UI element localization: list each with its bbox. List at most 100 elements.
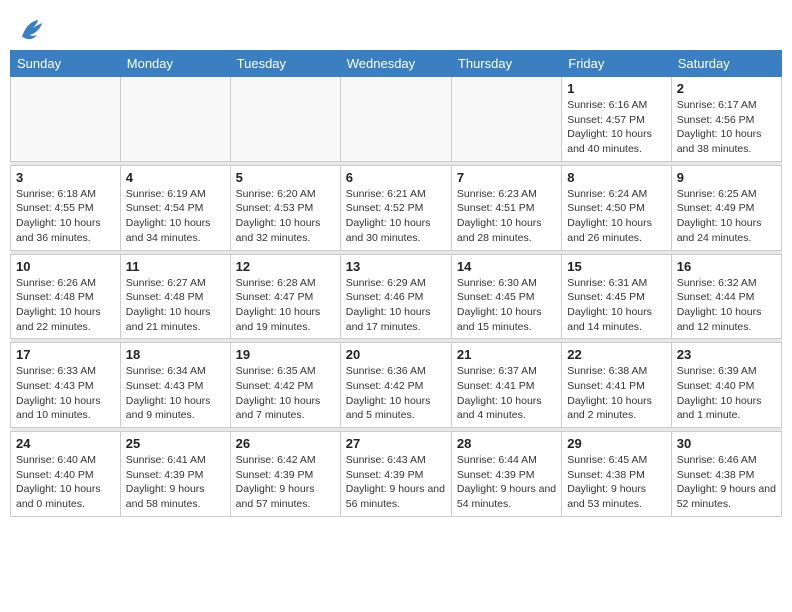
day-number: 30 bbox=[677, 436, 776, 451]
calendar-cell: 11 Sunrise: 6:27 AM Sunset: 4:48 PM Dayli… bbox=[120, 254, 230, 339]
calendar-week-row: 10 Sunrise: 6:26 AM Sunset: 4:48 PM Dayli… bbox=[11, 254, 782, 339]
day-info: Sunrise: 6:27 AM Sunset: 4:48 PM Dayligh… bbox=[126, 276, 225, 335]
logo bbox=[14, 14, 46, 44]
day-number: 23 bbox=[677, 347, 776, 362]
calendar-cell: 7 Sunrise: 6:23 AM Sunset: 4:51 PM Daylig… bbox=[451, 165, 561, 250]
calendar-cell: 27Sunrise: 6:43 AM Sunset: 4:39 PM Dayli… bbox=[340, 432, 451, 517]
calendar-cell: 20 Sunrise: 6:36 AM Sunset: 4:42 PM Dayli… bbox=[340, 343, 451, 428]
day-number: 3 bbox=[16, 170, 115, 185]
calendar-cell: 12 Sunrise: 6:28 AM Sunset: 4:47 PM Dayli… bbox=[230, 254, 340, 339]
day-info: Sunrise: 6:24 AM Sunset: 4:50 PM Dayligh… bbox=[567, 187, 665, 246]
day-info: Sunrise: 6:39 AM Sunset: 4:40 PM Dayligh… bbox=[677, 364, 776, 423]
day-number: 9 bbox=[677, 170, 776, 185]
day-number: 19 bbox=[236, 347, 335, 362]
calendar-cell: 13 Sunrise: 6:29 AM Sunset: 4:46 PM Dayli… bbox=[340, 254, 451, 339]
day-info: Sunrise: 6:20 AM Sunset: 4:53 PM Dayligh… bbox=[236, 187, 335, 246]
day-info: Sunrise: 6:32 AM Sunset: 4:44 PM Dayligh… bbox=[677, 276, 776, 335]
calendar-cell bbox=[340, 77, 451, 162]
day-info: Sunrise: 6:33 AM Sunset: 4:43 PM Dayligh… bbox=[16, 364, 115, 423]
calendar-cell: 10 Sunrise: 6:26 AM Sunset: 4:48 PM Dayli… bbox=[11, 254, 121, 339]
calendar-cell: 23 Sunrise: 6:39 AM Sunset: 4:40 PM Dayli… bbox=[671, 343, 781, 428]
calendar-cell: 17 Sunrise: 6:33 AM Sunset: 4:43 PM Dayli… bbox=[11, 343, 121, 428]
calendar-cell: 18Sunrise: 6:34 AM Sunset: 4:43 PM Dayli… bbox=[120, 343, 230, 428]
day-number: 15 bbox=[567, 259, 665, 274]
day-number: 26 bbox=[236, 436, 335, 451]
calendar-cell: 15 Sunrise: 6:31 AM Sunset: 4:45 PM Dayli… bbox=[562, 254, 671, 339]
day-info: Sunrise: 6:19 AM Sunset: 4:54 PM Dayligh… bbox=[126, 187, 225, 246]
day-info: Sunrise: 6:18 AM Sunset: 4:55 PM Dayligh… bbox=[16, 187, 115, 246]
day-number: 7 bbox=[457, 170, 556, 185]
calendar-week-row: 17 Sunrise: 6:33 AM Sunset: 4:43 PM Dayli… bbox=[11, 343, 782, 428]
calendar-cell: 26 Sunrise: 6:42 AM Sunset: 4:39 PM Dayli… bbox=[230, 432, 340, 517]
day-info: Sunrise: 6:41 AM Sunset: 4:39 PM Dayligh… bbox=[126, 453, 225, 512]
calendar-cell: 4 Sunrise: 6:19 AM Sunset: 4:54 PM Daylig… bbox=[120, 165, 230, 250]
day-info: Sunrise: 6:29 AM Sunset: 4:46 PM Dayligh… bbox=[346, 276, 446, 335]
day-info: Sunrise: 6:35 AM Sunset: 4:42 PM Dayligh… bbox=[236, 364, 335, 423]
day-number: 22 bbox=[567, 347, 665, 362]
day-number: 29 bbox=[567, 436, 665, 451]
logo-bird-icon bbox=[16, 14, 46, 44]
day-info: Sunrise: 6:40 AM Sunset: 4:40 PM Dayligh… bbox=[16, 453, 115, 512]
calendar-cell: 21 Sunrise: 6:37 AM Sunset: 4:41 PM Dayli… bbox=[451, 343, 561, 428]
day-info: Sunrise: 6:46 AM Sunset: 4:38 PM Dayligh… bbox=[677, 453, 776, 512]
day-info: Sunrise: 6:37 AM Sunset: 4:41 PM Dayligh… bbox=[457, 364, 556, 423]
day-info: Sunrise: 6:44 AM Sunset: 4:39 PM Dayligh… bbox=[457, 453, 556, 512]
calendar-header-row: SundayMondayTuesdayWednesdayThursdayFrid… bbox=[11, 51, 782, 77]
day-header-sunday: Sunday bbox=[11, 51, 121, 77]
calendar-cell: 14Sunrise: 6:30 AM Sunset: 4:45 PM Dayli… bbox=[451, 254, 561, 339]
calendar-cell: 6 Sunrise: 6:21 AM Sunset: 4:52 PM Daylig… bbox=[340, 165, 451, 250]
calendar-cell: 2Sunrise: 6:17 AM Sunset: 4:56 PM Daylig… bbox=[671, 77, 781, 162]
day-number: 20 bbox=[346, 347, 446, 362]
day-number: 16 bbox=[677, 259, 776, 274]
day-number: 25 bbox=[126, 436, 225, 451]
day-number: 6 bbox=[346, 170, 446, 185]
day-number: 28 bbox=[457, 436, 556, 451]
calendar-cell: 25 Sunrise: 6:41 AM Sunset: 4:39 PM Dayli… bbox=[120, 432, 230, 517]
day-info: Sunrise: 6:31 AM Sunset: 4:45 PM Dayligh… bbox=[567, 276, 665, 335]
day-info: Sunrise: 6:16 AM Sunset: 4:57 PM Dayligh… bbox=[567, 98, 665, 157]
day-info: Sunrise: 6:42 AM Sunset: 4:39 PM Dayligh… bbox=[236, 453, 335, 512]
calendar-cell: 16 Sunrise: 6:32 AM Sunset: 4:44 PM Dayli… bbox=[671, 254, 781, 339]
calendar: SundayMondayTuesdayWednesdayThursdayFrid… bbox=[10, 50, 782, 517]
day-info: Sunrise: 6:26 AM Sunset: 4:48 PM Dayligh… bbox=[16, 276, 115, 335]
header bbox=[10, 10, 782, 44]
day-number: 4 bbox=[126, 170, 225, 185]
calendar-week-row: 24 Sunrise: 6:40 AM Sunset: 4:40 PM Dayli… bbox=[11, 432, 782, 517]
calendar-cell bbox=[120, 77, 230, 162]
day-info: Sunrise: 6:36 AM Sunset: 4:42 PM Dayligh… bbox=[346, 364, 446, 423]
day-info: Sunrise: 6:25 AM Sunset: 4:49 PM Dayligh… bbox=[677, 187, 776, 246]
day-header-friday: Friday bbox=[562, 51, 671, 77]
day-number: 8 bbox=[567, 170, 665, 185]
day-header-tuesday: Tuesday bbox=[230, 51, 340, 77]
day-number: 11 bbox=[126, 259, 225, 274]
day-number: 10 bbox=[16, 259, 115, 274]
day-info: Sunrise: 6:23 AM Sunset: 4:51 PM Dayligh… bbox=[457, 187, 556, 246]
day-number: 17 bbox=[16, 347, 115, 362]
calendar-cell: 8 Sunrise: 6:24 AM Sunset: 4:50 PM Daylig… bbox=[562, 165, 671, 250]
calendar-week-row: 1 Sunrise: 6:16 AM Sunset: 4:57 PM Daylig… bbox=[11, 77, 782, 162]
day-number: 1 bbox=[567, 81, 665, 96]
day-info: Sunrise: 6:38 AM Sunset: 4:41 PM Dayligh… bbox=[567, 364, 665, 423]
day-header-monday: Monday bbox=[120, 51, 230, 77]
calendar-cell: 30 Sunrise: 6:46 AM Sunset: 4:38 PM Dayli… bbox=[671, 432, 781, 517]
calendar-cell: 5 Sunrise: 6:20 AM Sunset: 4:53 PM Daylig… bbox=[230, 165, 340, 250]
day-info: Sunrise: 6:21 AM Sunset: 4:52 PM Dayligh… bbox=[346, 187, 446, 246]
day-number: 12 bbox=[236, 259, 335, 274]
calendar-cell bbox=[11, 77, 121, 162]
day-number: 5 bbox=[236, 170, 335, 185]
calendar-week-row: 3 Sunrise: 6:18 AM Sunset: 4:55 PM Daylig… bbox=[11, 165, 782, 250]
calendar-cell: 1 Sunrise: 6:16 AM Sunset: 4:57 PM Daylig… bbox=[562, 77, 671, 162]
day-number: 13 bbox=[346, 259, 446, 274]
day-number: 27 bbox=[346, 436, 446, 451]
day-info: Sunrise: 6:28 AM Sunset: 4:47 PM Dayligh… bbox=[236, 276, 335, 335]
day-header-wednesday: Wednesday bbox=[340, 51, 451, 77]
calendar-cell bbox=[230, 77, 340, 162]
calendar-cell: 3 Sunrise: 6:18 AM Sunset: 4:55 PM Daylig… bbox=[11, 165, 121, 250]
calendar-cell: 22 Sunrise: 6:38 AM Sunset: 4:41 PM Dayli… bbox=[562, 343, 671, 428]
day-info: Sunrise: 6:34 AM Sunset: 4:43 PM Dayligh… bbox=[126, 364, 225, 423]
day-info: Sunrise: 6:17 AM Sunset: 4:56 PM Dayligh… bbox=[677, 98, 776, 157]
day-header-thursday: Thursday bbox=[451, 51, 561, 77]
calendar-cell: 28 Sunrise: 6:44 AM Sunset: 4:39 PM Dayli… bbox=[451, 432, 561, 517]
day-number: 21 bbox=[457, 347, 556, 362]
day-number: 24 bbox=[16, 436, 115, 451]
